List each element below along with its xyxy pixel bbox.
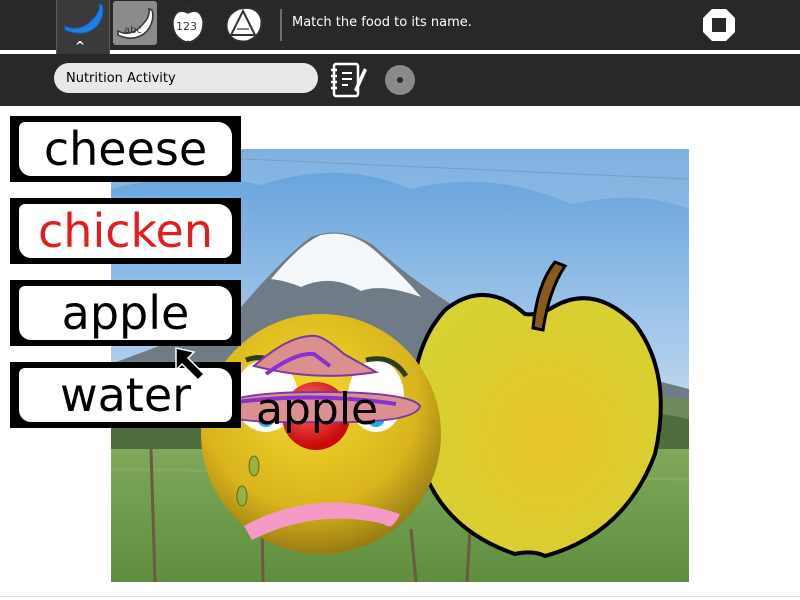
mouse-pointer-icon [175, 347, 206, 382]
toolbar-separator [280, 9, 282, 41]
word-card-chicken[interactable]: chicken [10, 198, 241, 264]
banana-icon [64, 3, 104, 34]
share-icon [385, 65, 415, 95]
triangle-shape-icon [226, 7, 262, 42]
activity-canvas: apple cheese chicken apple water [0, 106, 800, 600]
svg-text:abc: abc [124, 25, 142, 36]
tab-caret-icon: ^ [75, 39, 86, 53]
word-card-label: chicken [19, 204, 232, 258]
shape-tool-button[interactable] [221, 1, 265, 45]
123-apple-icon: 123 [172, 5, 204, 43]
journal-button[interactable] [328, 60, 368, 100]
face-word-label: apple [256, 384, 379, 435]
svg-text:123: 123 [176, 20, 197, 33]
instruction-text: Match the food to its name. [292, 15, 472, 30]
word-card-label: cheese [19, 122, 232, 176]
abc-banana-icon: abc [117, 7, 154, 39]
activity-title-input[interactable] [54, 63, 318, 93]
stop-button[interactable] [700, 6, 738, 44]
bottom-divider [0, 596, 800, 597]
abc-tool-button[interactable]: abc [113, 1, 157, 45]
word-card-apple[interactable]: apple [10, 280, 241, 346]
number-tool-button[interactable]: 123 [166, 1, 210, 45]
word-card-cheese[interactable]: cheese [10, 116, 241, 182]
journal-icon [331, 62, 367, 98]
word-card-label: apple [19, 286, 232, 340]
stop-icon [703, 9, 735, 41]
share-button[interactable] [384, 64, 416, 96]
main-toolbar: ^ abc 123 Match the food to its name. [0, 0, 800, 54]
activity-toolbar [0, 54, 800, 106]
